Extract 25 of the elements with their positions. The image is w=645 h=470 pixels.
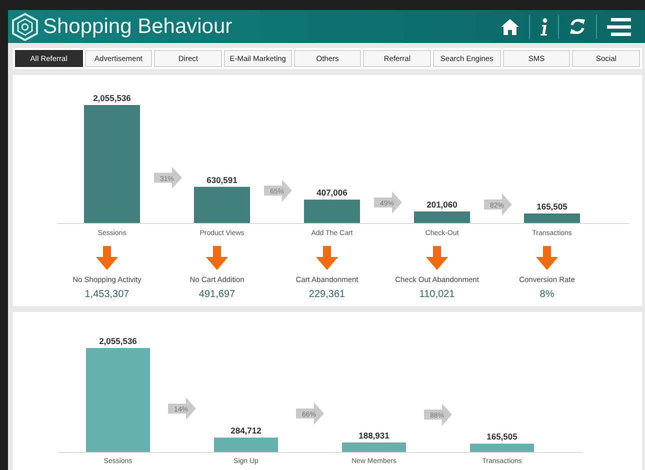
bar-value: 630,591 [206, 174, 238, 185]
home-icon[interactable] [501, 18, 519, 34]
dropoff-value: 8% [540, 289, 554, 300]
menu-icon[interactable] [607, 18, 631, 36]
bar-value: 284,712 [230, 426, 262, 436]
dropoff-value: 110,021 [419, 289, 455, 300]
bar-value: 165,505 [486, 432, 518, 442]
hexagon-logo-icon [12, 12, 38, 40]
bar-value: 188,931 [358, 430, 390, 440]
bar-value: 2,055,536 [99, 336, 137, 346]
down-arrow-icon [316, 246, 338, 270]
down-arrow-icon [536, 246, 558, 270]
bar-value: 165,505 [536, 202, 568, 212]
down-arrow-icon [206, 246, 228, 270]
bar-value: 201,060 [426, 199, 458, 210]
app-title: Shopping Behaviour [43, 14, 232, 38]
refresh-icon[interactable] [569, 18, 586, 35]
bar-value: 407,006 [316, 188, 348, 198]
info-icon[interactable] [540, 18, 548, 36]
bar-value: 2,055,536 [93, 93, 131, 103]
dropoff-value: 491,697 [198, 289, 236, 300]
dropoff-value: 1,453,307 [84, 289, 130, 300]
dropoff-value: 229,361 [308, 289, 346, 300]
down-arrow-icon [426, 246, 448, 270]
down-arrow-icon [96, 246, 118, 270]
